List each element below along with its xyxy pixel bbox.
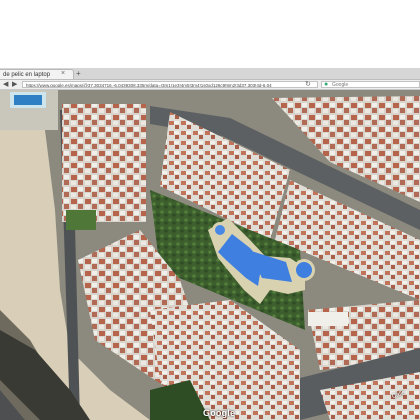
forward-icon[interactable]: ▶: [12, 80, 17, 89]
tab-bar: de pelic en laptop × +: [0, 68, 420, 80]
search-input[interactable]: ● Google: [321, 81, 420, 88]
browser-window: de pelic en laptop × + ◀ ▶ https://www.g…: [0, 68, 420, 420]
blank-top-area: [0, 0, 420, 68]
satellite-imagery: [0, 90, 420, 420]
address-bar[interactable]: https://www.google.es/maps/@37.3034716,-…: [22, 81, 318, 88]
browser-tab[interactable]: de pelic en laptop ×: [0, 69, 74, 79]
tab-title: de pelic en laptop: [3, 72, 51, 78]
google-logo: Google: [203, 408, 236, 418]
google-icon: ●: [324, 81, 329, 88]
new-tab-button[interactable]: +: [76, 69, 81, 78]
search-placeholder: Google: [332, 82, 349, 88]
satellite-map[interactable]: Google Calle: [0, 90, 420, 420]
navigation-bar: ◀ ▶ https://www.google.es/maps/@37.30347…: [0, 80, 420, 90]
address-url: https://www.google.es/maps/@37.3034716,-…: [26, 83, 272, 88]
close-icon[interactable]: ×: [61, 70, 65, 79]
back-icon[interactable]: ◀: [3, 80, 8, 89]
reload-icon[interactable]: ↻: [305, 80, 311, 89]
